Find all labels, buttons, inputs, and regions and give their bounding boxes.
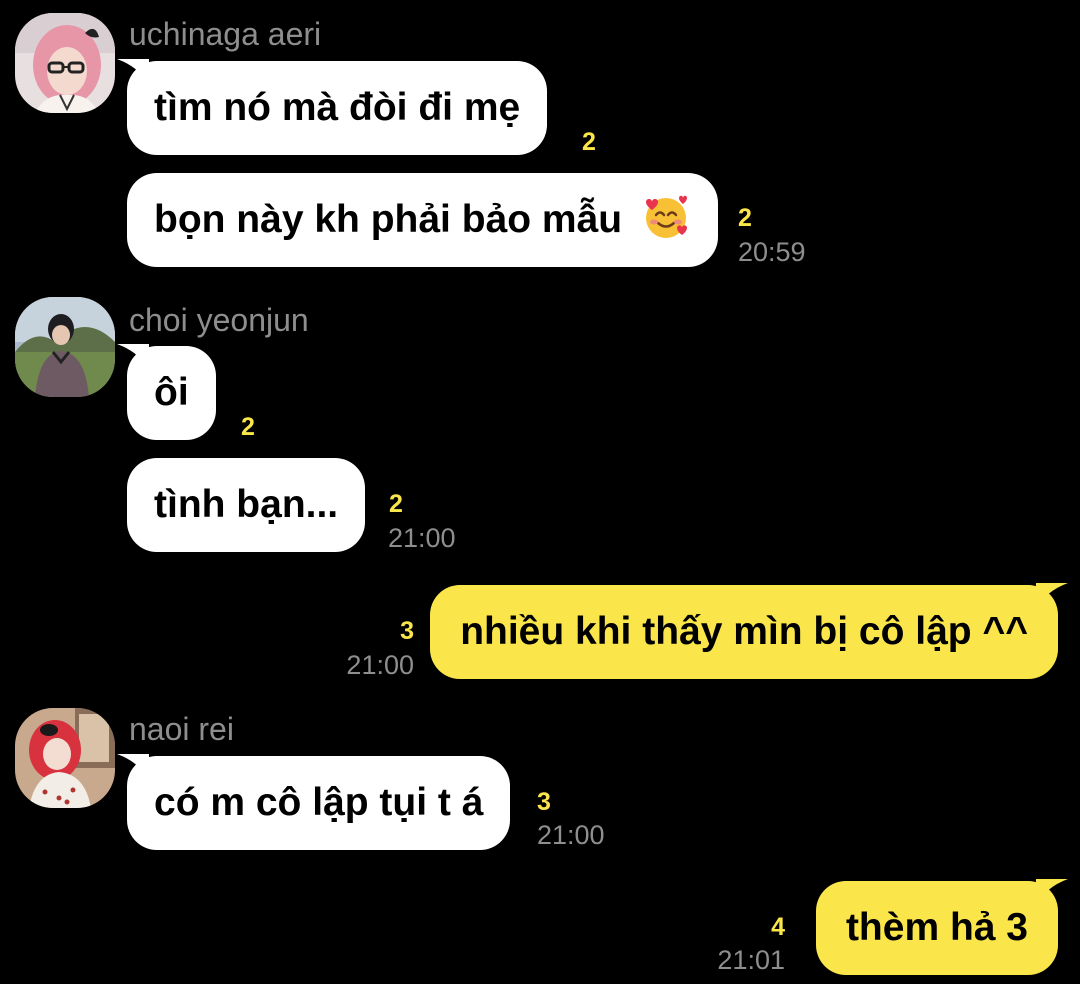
- message-text: có m cô lập tụi t á: [154, 781, 484, 824]
- sender-name: uchinaga aeri: [129, 16, 322, 52]
- message-timestamp: 21:00: [388, 523, 456, 553]
- message-text: tìm nó mà đòi đi mẹ: [154, 86, 521, 129]
- message-timestamp: 21:01: [717, 945, 785, 975]
- message-timestamp: 21:00: [346, 650, 414, 680]
- avatar-uchinaga-aeri[interactable]: [15, 13, 115, 113]
- message-text: tình bạn...: [154, 483, 339, 526]
- unread-count: 2: [389, 490, 403, 518]
- avatar-image: [15, 708, 115, 808]
- message-text: bọn này kh phải bảo mẫu: [154, 198, 623, 241]
- unread-count: 2: [582, 128, 596, 156]
- incoming-message-bubble[interactable]: tìm nó mà đòi đi mẹ: [117, 59, 548, 155]
- unread-count: 3: [400, 617, 414, 645]
- bubble-tail-icon: [1036, 879, 1068, 905]
- incoming-message-bubble[interactable]: bọn này kh phải bảo mẫu: [127, 173, 718, 267]
- sender-name: naoi rei: [129, 711, 234, 747]
- incoming-message-bubble[interactable]: tình bạn...: [127, 458, 366, 552]
- message-text: nhiều khi thấy mìn bị cô lập ^^: [460, 610, 1028, 653]
- avatar-image: [15, 13, 115, 113]
- outgoing-message-bubble[interactable]: thèm hả 3: [815, 879, 1068, 975]
- unread-count: 2: [738, 204, 752, 232]
- message-timestamp: 20:59: [738, 237, 806, 267]
- avatar-naoi-rei[interactable]: [15, 708, 115, 808]
- avatar-image: [15, 297, 115, 397]
- message-text: ôi: [154, 371, 189, 414]
- incoming-message-bubble[interactable]: có m cô lập tụi t á: [117, 754, 511, 850]
- bubble-tail-icon: [117, 344, 149, 370]
- smiling-face-with-hearts-icon: [645, 195, 687, 238]
- bubble-tail-icon: [1036, 583, 1068, 609]
- unread-count: 4: [771, 913, 785, 941]
- unread-count: 2: [241, 413, 255, 441]
- bubble-tail-icon: [117, 59, 149, 85]
- avatar-choi-yeonjun[interactable]: [15, 297, 115, 397]
- incoming-message-bubble[interactable]: ôi: [117, 344, 216, 440]
- unread-count: 3: [537, 788, 551, 816]
- bubble-tail-icon: [117, 754, 149, 780]
- outgoing-message-bubble[interactable]: nhiều khi thấy mìn bị cô lập ^^: [430, 583, 1068, 679]
- message-text: thèm hả 3: [845, 906, 1028, 949]
- sender-name: choi yeonjun: [129, 302, 309, 338]
- message-timestamp: 21:00: [537, 820, 605, 850]
